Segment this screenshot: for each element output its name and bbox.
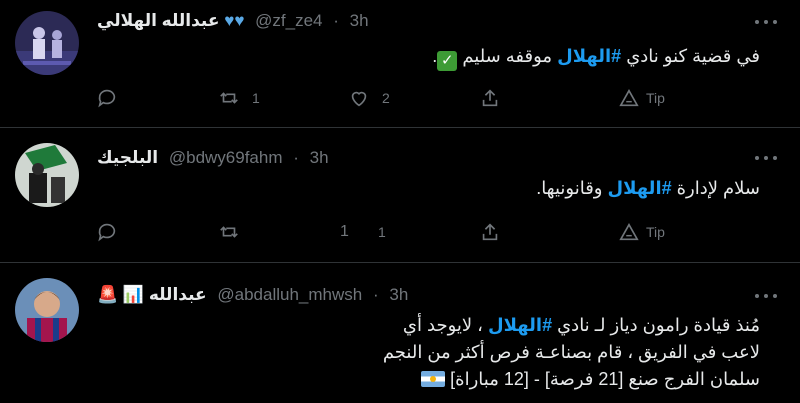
tweet-text: في قضية كنو نادي #الهلال موقفه سليم ✓. (100, 43, 760, 71)
tip-label: Tip (646, 90, 665, 106)
text-line-1: مُنذ قيادة رامون دياز لـ نادي #الهلال ، … (100, 312, 760, 339)
avatar[interactable] (15, 143, 79, 207)
handle[interactable]: @zf_ze4 (255, 11, 322, 30)
share-icon (482, 89, 498, 107)
text-segment: سلام لإدارة (671, 178, 760, 198)
like-count: 2 (382, 90, 390, 106)
text-segment: مُنذ قيادة رامون دياز لـ نادي (552, 315, 760, 335)
reply-button[interactable] (96, 86, 118, 110)
tweet-header: 🚨 📊 عبدالله @abdalluh_mhwsh · 3h (97, 282, 408, 308)
heart-emoji-icon: ♥♥ (224, 11, 245, 30)
display-name[interactable]: عبدالله الهلالي (97, 11, 219, 30)
action-bar: 1 2 Tip (96, 86, 716, 110)
text-segment: سلمان الفرج صنع [21 فرصة] - [12 مباراة] (450, 369, 760, 389)
share-button[interactable] (479, 220, 501, 244)
dot-separator: · (333, 11, 339, 30)
reply-icon (98, 89, 116, 108)
text-segment: في قضية كنو نادي (621, 46, 760, 66)
more-options-icon[interactable] (754, 152, 778, 160)
tip-button[interactable]: Tip (618, 86, 665, 110)
reply-count-group[interactable]: 1 (340, 220, 349, 244)
text-segment: موقفه سليم (462, 46, 558, 66)
avatar[interactable] (15, 278, 79, 342)
display-name[interactable]: عبدالله (149, 285, 207, 304)
check-mark-icon: ✓ (437, 51, 458, 71)
reply-icon (98, 223, 116, 242)
retweet-button[interactable]: 1 (218, 86, 260, 110)
hashtag-link[interactable]: #الهلال (488, 315, 552, 335)
handle[interactable]: @bdwy69fahm (169, 148, 283, 167)
timestamp[interactable]: 3h (389, 285, 408, 304)
like-count-group[interactable]: 1 (378, 220, 386, 244)
hashtag-link[interactable]: #الهلال (557, 46, 621, 66)
display-name[interactable]: البلجيك (97, 148, 158, 167)
tip-button[interactable]: Tip (618, 220, 665, 244)
like-count: 1 (378, 224, 386, 240)
tip-icon (619, 88, 639, 107)
tweet-text: مُنذ قيادة رامون دياز لـ نادي #الهلال ، … (100, 312, 760, 393)
like-button[interactable]: 2 (348, 86, 390, 110)
chart-emoji-icon: 📊 (122, 285, 145, 304)
hashtag-link[interactable]: #الهلال (608, 178, 672, 198)
avatar[interactable] (15, 11, 79, 75)
argentina-flag-icon (421, 371, 446, 387)
text-line-3: سلمان الفرج صنع [21 فرصة] - [12 مباراة] (100, 366, 760, 393)
tweet-header: البلجيك @bdwy69fahm · 3h (97, 145, 329, 171)
reply-button[interactable] (96, 220, 118, 244)
retweet-icon (220, 226, 238, 238)
reply-count: 1 (340, 223, 349, 240)
timestamp[interactable]: 3h (350, 11, 369, 30)
dot-separator: · (293, 148, 299, 167)
retweet-count: 1 (252, 90, 260, 106)
text-segment: ، لايوجد أي (402, 315, 488, 335)
tweet-header: عبدالله الهلالي ♥♥ @zf_ze4 · 3h (97, 8, 369, 34)
retweet-button[interactable] (218, 220, 240, 244)
handle[interactable]: @abdalluh_mhwsh (217, 285, 362, 304)
share-icon (482, 223, 498, 241)
tweet-text: سلام لإدارة #الهلال وقانونيها. (100, 175, 760, 202)
share-button[interactable] (479, 86, 501, 110)
text-segment: وقانونيها. (536, 178, 608, 198)
tip-label: Tip (646, 224, 665, 240)
alarm-emoji-icon: 🚨 (97, 285, 119, 304)
text-line-2: لاعب في الفريق ، قام بصناعـة فرص أكثر من… (382, 342, 760, 362)
more-options-icon[interactable] (754, 290, 778, 298)
heart-icon (351, 91, 367, 107)
more-options-icon[interactable] (754, 16, 778, 24)
retweet-icon (220, 92, 238, 104)
dot-separator: · (372, 285, 379, 304)
tip-icon (619, 222, 639, 241)
timestamp[interactable]: 3h (310, 148, 329, 167)
action-bar: 1 1 Tip (96, 220, 716, 244)
